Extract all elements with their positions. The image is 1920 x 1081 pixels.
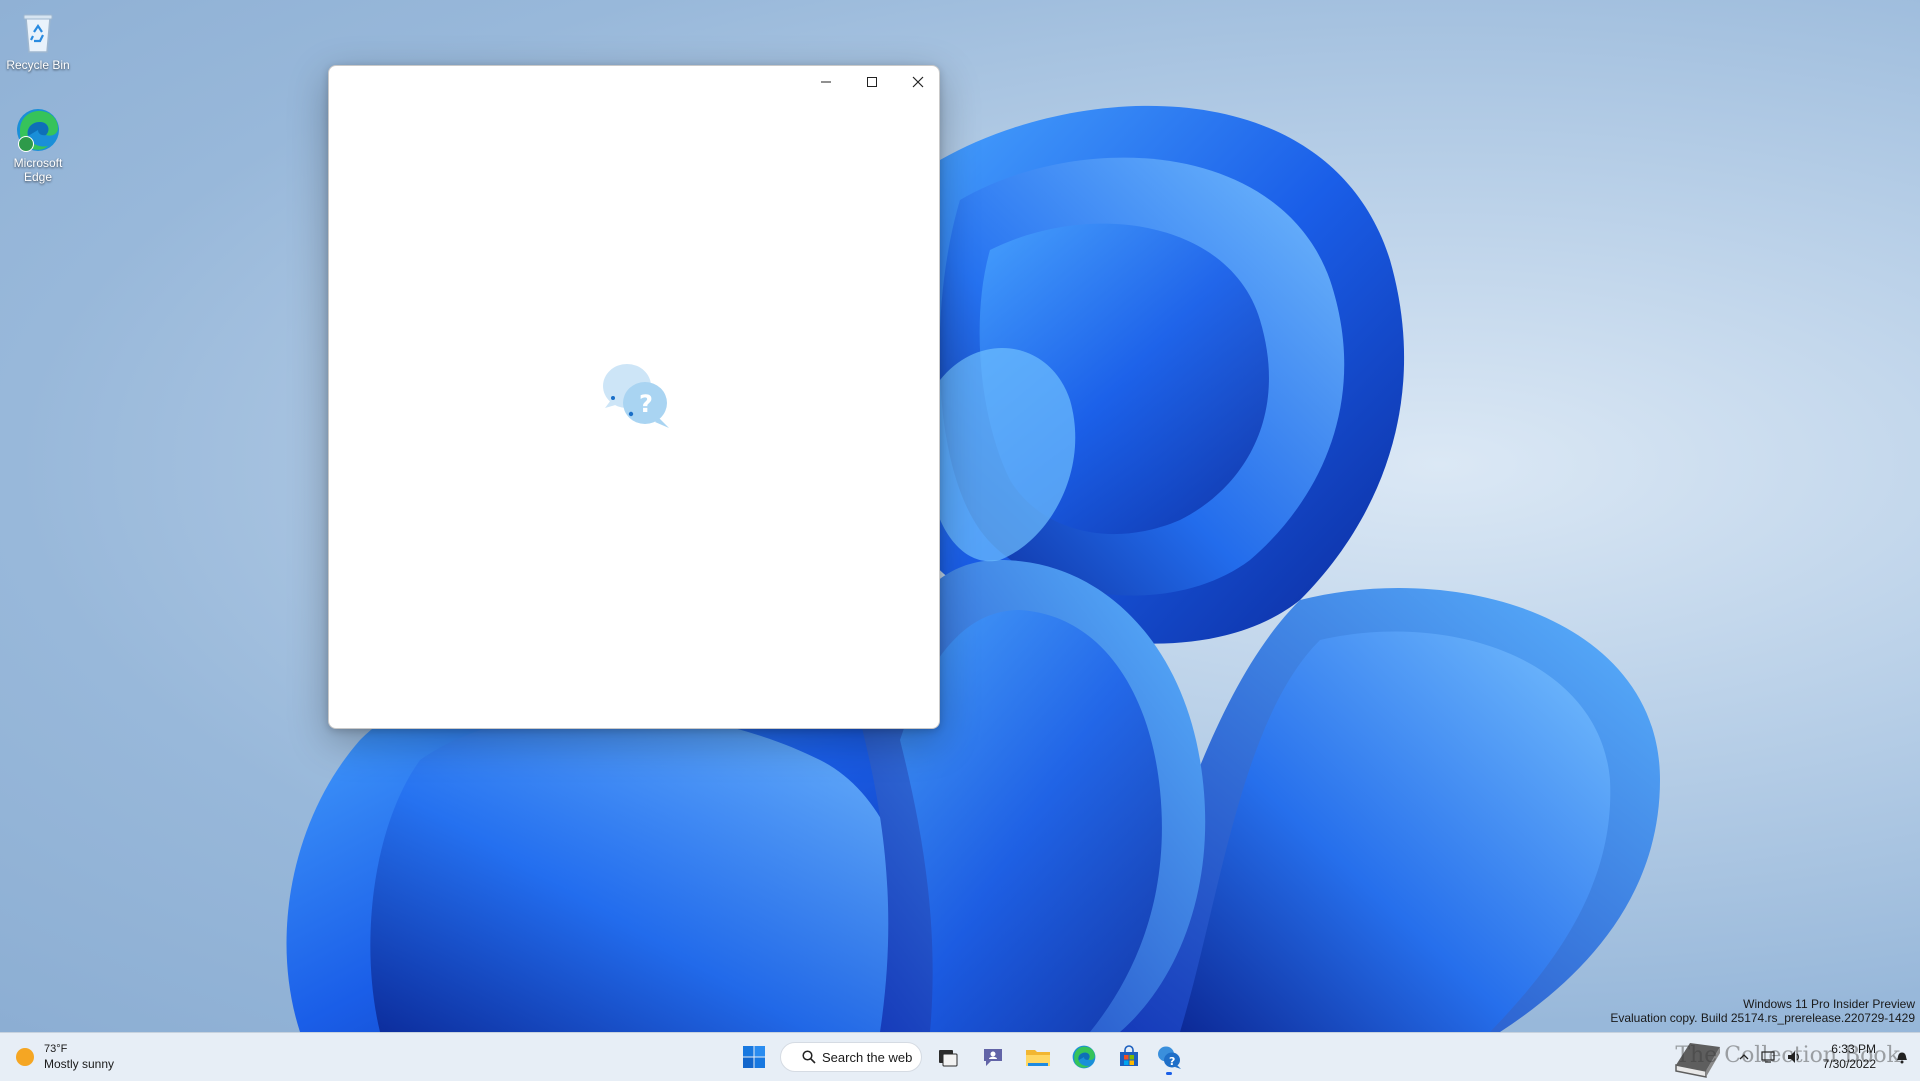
start-button[interactable] bbox=[734, 1037, 774, 1077]
get-help-taskbar-button[interactable]: ? bbox=[1149, 1037, 1189, 1077]
get-help-icon: ? bbox=[1158, 1046, 1181, 1069]
edge-icon bbox=[14, 106, 62, 154]
chevron-up-icon[interactable] bbox=[1738, 1051, 1750, 1063]
close-button[interactable] bbox=[895, 66, 941, 98]
system-tray: The Collection Book 6:33 PM 7/30/2022 bbox=[1650, 1033, 1920, 1081]
svg-text:?: ? bbox=[1169, 1055, 1175, 1068]
search-label: Search the web bbox=[822, 1049, 913, 1065]
weather-condition: Mostly sunny bbox=[44, 1057, 115, 1071]
file-explorer-button[interactable] bbox=[1018, 1037, 1058, 1077]
task-view-button[interactable] bbox=[928, 1037, 968, 1077]
desktop: Recycle Bin Microsoft Edge ? Windows 11 … bbox=[0, 0, 1920, 1032]
maximize-button[interactable] bbox=[849, 66, 895, 98]
sun-icon bbox=[16, 1048, 34, 1066]
clock-time: 6:33 PM bbox=[1831, 1042, 1876, 1056]
taskbar: 73°F Mostly sunny Search the web ? The C… bbox=[0, 1032, 1920, 1081]
edge-icon bbox=[1072, 1045, 1096, 1069]
maximize-icon bbox=[867, 77, 877, 87]
get-help-window[interactable]: ? bbox=[328, 65, 940, 729]
weather-widget[interactable]: 73°F Mostly sunny bbox=[14, 1041, 114, 1073]
shortcut-check-icon bbox=[18, 136, 34, 152]
file-explorer-icon bbox=[1026, 1050, 1050, 1066]
watermark-line2: Evaluation copy. Build 25174.rs_prerelea… bbox=[1610, 1011, 1915, 1025]
task-view-icon bbox=[939, 1050, 958, 1067]
desktop-icon-edge[interactable]: Microsoft Edge bbox=[0, 106, 76, 184]
minimize-button[interactable] bbox=[803, 66, 849, 98]
weather-temp: 73°F bbox=[44, 1043, 68, 1055]
wallpaper-bloom bbox=[286, 105, 1660, 1032]
taskbar-clock[interactable]: 6:33 PM 7/30/2022 bbox=[1823, 1042, 1876, 1072]
get-help-loading-icon: ? bbox=[603, 364, 669, 428]
minimize-icon bbox=[821, 81, 831, 83]
notification-icon[interactable] bbox=[1894, 1049, 1910, 1065]
teams-chat-button[interactable] bbox=[973, 1037, 1013, 1077]
desktop-icon-label: Microsoft Edge bbox=[13, 156, 63, 184]
start-icon bbox=[743, 1046, 765, 1068]
network-icon[interactable] bbox=[1760, 1049, 1776, 1065]
volume-icon[interactable] bbox=[1786, 1049, 1802, 1065]
watermark-line1: Windows 11 Pro Insider Preview bbox=[1743, 997, 1915, 1011]
close-icon bbox=[912, 76, 924, 88]
taskbar-search[interactable]: Search the web bbox=[780, 1042, 922, 1072]
windows-watermark: Windows 11 Pro Insider Preview Evaluatio… bbox=[1610, 997, 1915, 1025]
store-button[interactable] bbox=[1109, 1037, 1149, 1077]
desktop-icon-label: Recycle Bin bbox=[6, 58, 70, 72]
svg-text:?: ? bbox=[639, 390, 653, 418]
desktop-icon-recycle-bin[interactable]: Recycle Bin bbox=[0, 8, 76, 72]
search-icon bbox=[802, 1050, 816, 1064]
teams-chat-icon bbox=[984, 1049, 1002, 1066]
clock-date: 7/30/2022 bbox=[1822, 1057, 1876, 1071]
recycle-bin-icon bbox=[14, 8, 62, 56]
edge-taskbar-button[interactable] bbox=[1064, 1037, 1104, 1077]
store-icon bbox=[1120, 1045, 1138, 1066]
running-indicator bbox=[1166, 1072, 1172, 1075]
